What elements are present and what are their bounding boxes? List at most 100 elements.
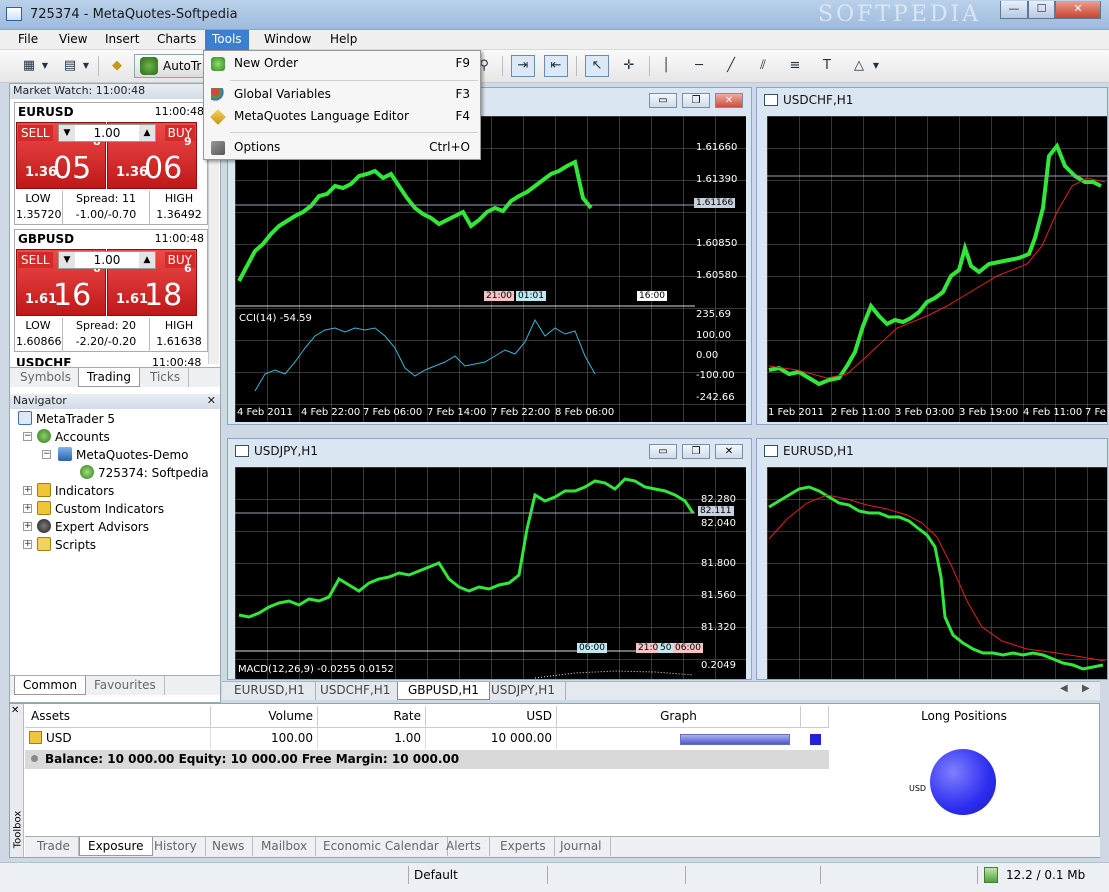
chart-minimize-button[interactable]: ▭ [649, 444, 677, 459]
tab-alerts[interactable]: Alerts [438, 837, 490, 856]
autotrading-button[interactable]: AutoTr [134, 54, 204, 78]
left-panel: Market Watch: 11:00:48 EURUSD 11:00:48 S… [9, 83, 221, 703]
toolbar-separator [576, 56, 577, 76]
header-rate[interactable]: Rate [318, 706, 426, 727]
tab-gbpusd[interactable]: GBPUSD,H1 [397, 682, 490, 700]
tab-experts[interactable]: Experts [492, 837, 555, 856]
expand-icon[interactable]: + [23, 540, 32, 549]
menu-item-language-editor[interactable]: MetaQuotes Language Editor F4 [206, 106, 478, 128]
crosshair-icon[interactable]: ✛ [617, 55, 641, 77]
menu-item-new-order[interactable]: New Order F9 [206, 53, 478, 75]
menu-window[interactable]: Window [257, 30, 318, 50]
tab-journal[interactable]: Journal [552, 837, 611, 856]
lot-up-icon[interactable]: ▲ [139, 125, 155, 141]
menu-file[interactable]: File [11, 30, 45, 50]
metaeditor-icon[interactable]: ◆ [105, 55, 129, 77]
fibonacci-icon[interactable]: ≡ [783, 55, 807, 77]
menu-view[interactable]: View [52, 30, 94, 50]
header-assets[interactable]: Assets [25, 706, 211, 727]
close-icon[interactable]: ✕ [11, 705, 19, 716]
nav-accounts[interactable]: Accounts [37, 429, 110, 444]
tab-news[interactable]: News [204, 837, 254, 856]
nav-indicators[interactable]: Indicators [37, 483, 114, 498]
macd-histogram [534, 670, 694, 679]
nav-account[interactable]: 725374: Softpedia [80, 465, 209, 480]
tab-common[interactable]: Common [14, 676, 87, 695]
vertical-line-icon[interactable]: │ [654, 55, 678, 77]
shapes-icon[interactable]: △ [847, 55, 871, 77]
menu-insert[interactable]: Insert [98, 30, 146, 50]
chart-plot-eurusd[interactable] [767, 467, 1107, 679]
tab-history[interactable]: History [146, 837, 206, 856]
text-icon[interactable]: T [815, 55, 839, 77]
close-icon[interactable]: ✕ [207, 394, 216, 408]
nav-server[interactable]: MetaQuotes-Demo [58, 447, 189, 462]
chart-minimize-button[interactable]: ▭ [649, 93, 677, 108]
menu-item-global-variables[interactable]: Global Variables F3 [206, 84, 478, 106]
chevron-down-icon[interactable]: ▼ [870, 55, 882, 77]
close-button[interactable]: ✕ [1055, 1, 1101, 19]
lot-down-icon[interactable]: ▼ [59, 252, 75, 268]
tab-symbols[interactable]: Symbols [12, 368, 80, 387]
tab-favourites[interactable]: Favourites [86, 676, 165, 695]
lot-down-icon[interactable]: ▼ [59, 125, 75, 141]
moving-average-line [768, 177, 1106, 379]
chart-plot-usdjpy[interactable]: 82.280 82.111 82.040 81.800 81.560 81.32… [235, 467, 746, 679]
expand-icon[interactable]: + [23, 504, 32, 513]
title-bar: 725374 - MetaQuotes-Softpedia SOFTPEDIA … [0, 0, 1109, 30]
header-usd[interactable]: USD [426, 706, 557, 727]
price-label: 1.60580 [696, 270, 738, 281]
chart-restore-button[interactable]: ❐ [682, 93, 710, 108]
header-long-positions[interactable]: Long Positions [829, 706, 1099, 727]
tab-exposure[interactable]: Exposure [79, 837, 153, 856]
scroll-left-icon[interactable]: ◀ [1060, 683, 1068, 694]
horizontal-line-icon[interactable]: ─ [687, 55, 711, 77]
nav-metatrader[interactable]: MetaTrader 5 [18, 411, 115, 426]
tab-economic-calendar[interactable]: Economic Calendar [315, 837, 448, 856]
tab-usdchf[interactable]: USDCHF,H1 [310, 682, 402, 700]
lot-input[interactable]: ▼ 1.00 ▲ [58, 124, 156, 142]
minimize-button[interactable]: — [1000, 1, 1028, 19]
expand-icon[interactable]: − [42, 450, 51, 459]
menu-item-options[interactable]: Options Ctrl+O [206, 137, 478, 159]
chevron-down-icon[interactable]: ▼ [39, 55, 51, 77]
toolbox-panel: ✕ Toolbox Assets Volume Rate USD Graph L… [9, 703, 1100, 858]
chart-plot-usdchf[interactable]: 1 Feb 2011 2 Feb 11:00 3 Feb 03:00 3 Feb… [767, 116, 1107, 422]
expand-icon[interactable]: + [23, 486, 32, 495]
lot-up-icon[interactable]: ▲ [139, 252, 155, 268]
new-chart-icon[interactable]: ▦ [17, 55, 41, 77]
trendline-icon[interactable]: ╱ [719, 55, 743, 77]
chart-close-button[interactable]: ✕ [715, 93, 743, 108]
autoscroll-icon[interactable]: ⇤ [544, 55, 568, 77]
maximize-button[interactable]: ☐ [1028, 1, 1055, 19]
tab-ticks[interactable]: Ticks [142, 368, 190, 387]
chart-restore-button[interactable]: ❐ [682, 444, 710, 459]
tab-usdjpy[interactable]: USDJPY,H1 [481, 682, 566, 700]
expand-icon[interactable]: − [23, 432, 32, 441]
tab-trading[interactable]: Trading [78, 368, 141, 387]
nav-scripts[interactable]: Scripts [37, 537, 96, 552]
nav-custom-indicators[interactable]: Custom Indicators [37, 501, 164, 516]
chart-plot-gbpusd[interactable]: 1.61166 1.61660 1.61390 1.60850 1.60580 … [235, 116, 746, 422]
tab-mailbox[interactable]: Mailbox [253, 837, 317, 856]
header-graph[interactable]: Graph [557, 706, 801, 727]
cursor-icon[interactable]: ↖ [585, 55, 609, 77]
chart-shift-icon[interactable]: ⇥ [511, 55, 535, 77]
menu-help[interactable]: Help [323, 30, 364, 50]
menu-charts[interactable]: Charts [150, 30, 203, 50]
expand-icon[interactable]: + [23, 522, 32, 531]
header-volume[interactable]: Volume [211, 706, 318, 727]
tab-eurusd[interactable]: EURUSD,H1 [224, 682, 316, 700]
time-tag: 50 [658, 643, 674, 653]
lot-value: 1.00 [93, 126, 121, 140]
scroll-right-icon[interactable]: ▶ [1082, 683, 1090, 694]
lot-input[interactable]: ▼ 1.00 ▲ [58, 251, 156, 269]
chart-close-button[interactable]: ✕ [715, 444, 743, 459]
table-row[interactable]: USD [25, 728, 211, 749]
tab-trade[interactable]: Trade [29, 837, 79, 856]
nav-expert-advisors[interactable]: Expert Advisors [37, 519, 149, 534]
equidistant-channel-icon[interactable]: ⫽ [751, 55, 775, 77]
chevron-down-icon[interactable]: ▼ [80, 55, 92, 77]
profiles-icon[interactable]: ▤ [58, 55, 82, 77]
menu-tools[interactable]: Tools [205, 30, 249, 50]
